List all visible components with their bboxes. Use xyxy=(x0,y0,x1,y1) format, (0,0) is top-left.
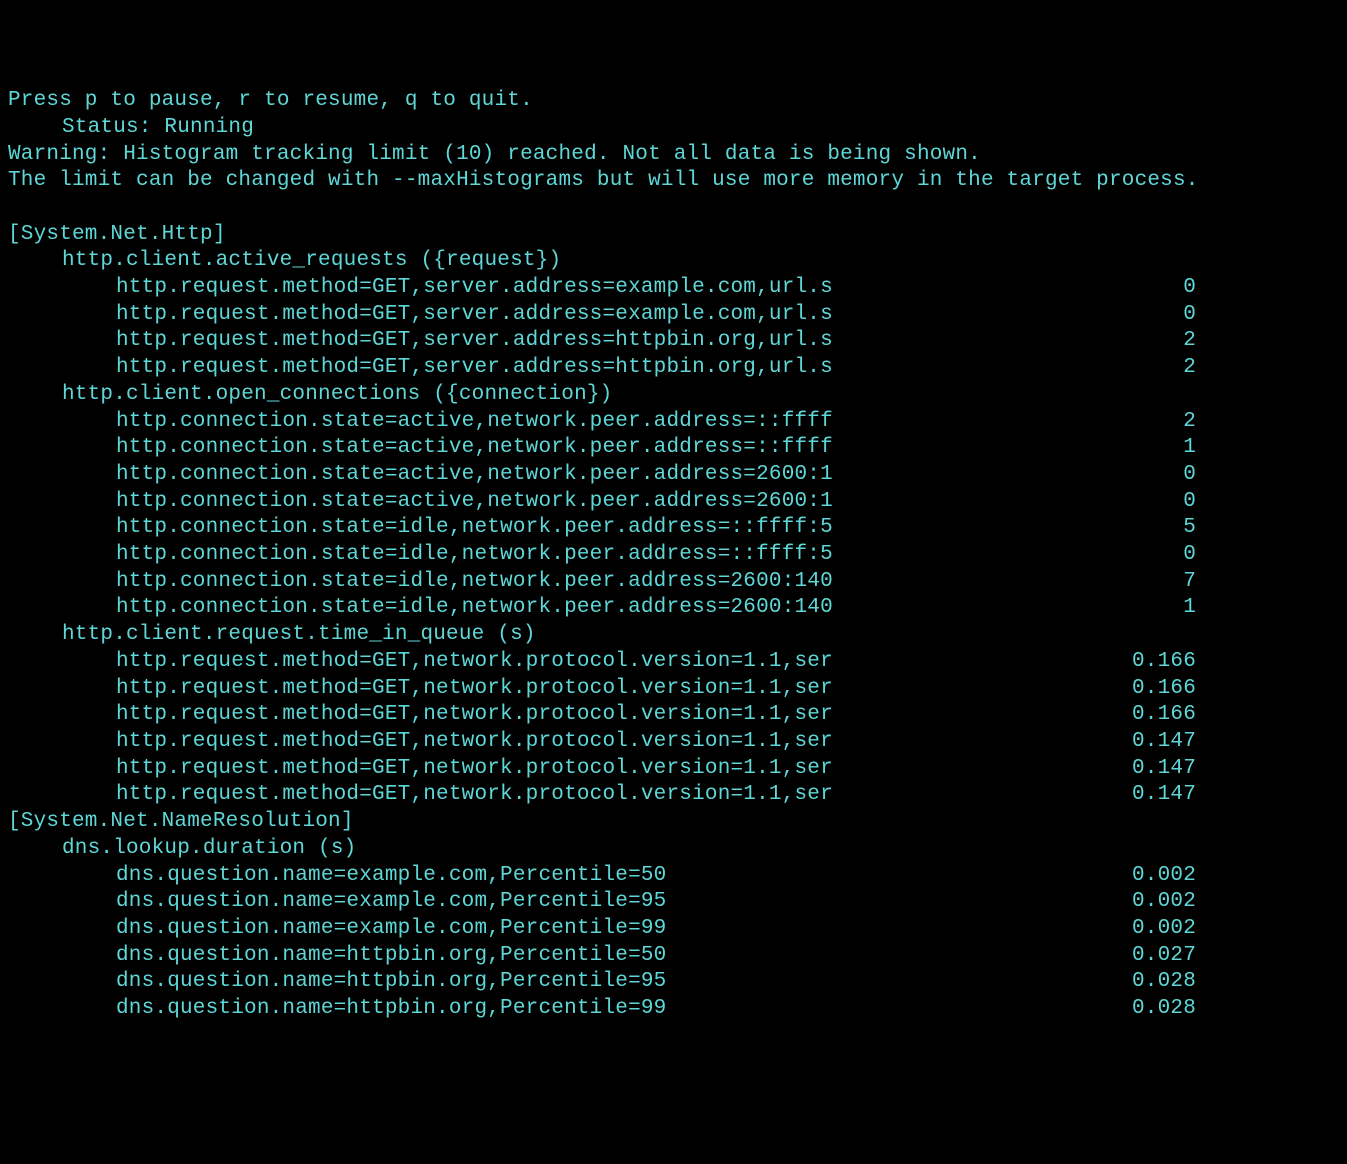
metric-row: http.connection.state=active,network.pee… xyxy=(8,462,1339,489)
metric-label: http.request.method=GET,network.protocol… xyxy=(8,782,1056,809)
metric-row: dns.question.name=httpbin.org,Percentile… xyxy=(8,969,1339,996)
metric-value: 0.002 xyxy=(1056,889,1196,916)
metric-row: http.request.method=GET,network.protocol… xyxy=(8,676,1339,703)
metric-title: dns.lookup.duration (s) xyxy=(8,836,1339,863)
controls-hint: Press p to pause, r to resume, q to quit… xyxy=(8,88,1339,115)
metric-value: 0 xyxy=(1056,462,1196,489)
metric-label: http.request.method=GET,network.protocol… xyxy=(8,676,1056,703)
metric-row: http.request.method=GET,network.protocol… xyxy=(8,649,1339,676)
metric-row: http.request.method=GET,network.protocol… xyxy=(8,756,1339,783)
metric-value: 2 xyxy=(1056,409,1196,436)
metric-value: 0.027 xyxy=(1056,943,1196,970)
metric-label: http.connection.state=active,network.pee… xyxy=(8,462,1056,489)
metric-value: 0.147 xyxy=(1056,782,1196,809)
warning-line-2: The limit can be changed with --maxHisto… xyxy=(8,168,1339,195)
metric-value: 0.166 xyxy=(1056,676,1196,703)
metric-title: http.client.active_requests ({request}) xyxy=(8,248,1339,275)
metric-label: http.request.method=GET,network.protocol… xyxy=(8,729,1056,756)
metric-value: 0 xyxy=(1056,542,1196,569)
metric-label: dns.question.name=httpbin.org,Percentile… xyxy=(8,969,1056,996)
metric-label: dns.question.name=example.com,Percentile… xyxy=(8,863,1056,890)
metric-label: http.request.method=GET,network.protocol… xyxy=(8,702,1056,729)
metric-value: 0.166 xyxy=(1056,702,1196,729)
metric-label: http.request.method=GET,server.address=e… xyxy=(8,302,1056,329)
metric-label: http.connection.state=active,network.pee… xyxy=(8,489,1056,516)
metric-value: 0.002 xyxy=(1056,916,1196,943)
metric-value: 5 xyxy=(1056,515,1196,542)
metric-title: http.client.open_connections ({connectio… xyxy=(8,382,1339,409)
metric-row: dns.question.name=example.com,Percentile… xyxy=(8,889,1339,916)
metric-value: 0 xyxy=(1056,489,1196,516)
metric-label: dns.question.name=httpbin.org,Percentile… xyxy=(8,943,1056,970)
metric-value: 1 xyxy=(1056,435,1196,462)
blank-line xyxy=(8,195,1339,222)
metric-label: http.request.method=GET,network.protocol… xyxy=(8,649,1056,676)
metric-title: http.client.request.time_in_queue (s) xyxy=(8,622,1339,649)
metric-row: http.connection.state=idle,network.peer.… xyxy=(8,515,1339,542)
metric-row: http.request.method=GET,server.address=h… xyxy=(8,355,1339,382)
warning-line-1: Warning: Histogram tracking limit (10) r… xyxy=(8,142,1339,169)
metric-row: http.connection.state=active,network.pee… xyxy=(8,409,1339,436)
metric-value: 0.147 xyxy=(1056,756,1196,783)
metric-row: dns.question.name=httpbin.org,Percentile… xyxy=(8,943,1339,970)
metric-value: 0 xyxy=(1056,302,1196,329)
metric-row: dns.question.name=example.com,Percentile… xyxy=(8,863,1339,890)
status-line: Status: Running xyxy=(8,115,1339,142)
metric-row: http.request.method=GET,server.address=h… xyxy=(8,328,1339,355)
metric-row: http.request.method=GET,network.protocol… xyxy=(8,702,1339,729)
metric-label: http.request.method=GET,server.address=h… xyxy=(8,355,1056,382)
metric-value: 1 xyxy=(1056,595,1196,622)
metric-row: http.connection.state=active,network.pee… xyxy=(8,489,1339,516)
metric-row: http.connection.state=idle,network.peer.… xyxy=(8,542,1339,569)
metric-value: 0.028 xyxy=(1056,969,1196,996)
metric-label: dns.question.name=example.com,Percentile… xyxy=(8,916,1056,943)
metric-label: http.connection.state=idle,network.peer.… xyxy=(8,515,1056,542)
metric-label: http.connection.state=idle,network.peer.… xyxy=(8,542,1056,569)
metric-label: http.request.method=GET,network.protocol… xyxy=(8,756,1056,783)
metric-label: dns.question.name=example.com,Percentile… xyxy=(8,889,1056,916)
terminal-output: Press p to pause, r to resume, q to quit… xyxy=(8,88,1339,1023)
metric-value: 0 xyxy=(1056,275,1196,302)
metric-value: 7 xyxy=(1056,569,1196,596)
metric-row: http.connection.state=idle,network.peer.… xyxy=(8,569,1339,596)
metric-row: http.request.method=GET,server.address=e… xyxy=(8,302,1339,329)
metric-value: 0.028 xyxy=(1056,996,1196,1023)
metric-label: http.connection.state=active,network.pee… xyxy=(8,409,1056,436)
metric-row: dns.question.name=example.com,Percentile… xyxy=(8,916,1339,943)
section-header: [System.Net.NameResolution] xyxy=(8,809,1339,836)
metric-row: http.connection.state=idle,network.peer.… xyxy=(8,595,1339,622)
metric-label: http.connection.state=active,network.pee… xyxy=(8,435,1056,462)
metric-label: http.request.method=GET,server.address=h… xyxy=(8,328,1056,355)
metric-row: http.request.method=GET,server.address=e… xyxy=(8,275,1339,302)
metric-label: http.connection.state=idle,network.peer.… xyxy=(8,569,1056,596)
metric-label: dns.question.name=httpbin.org,Percentile… xyxy=(8,996,1056,1023)
metric-value: 2 xyxy=(1056,328,1196,355)
metric-label: http.request.method=GET,server.address=e… xyxy=(8,275,1056,302)
metric-label: http.connection.state=idle,network.peer.… xyxy=(8,595,1056,622)
metric-row: http.request.method=GET,network.protocol… xyxy=(8,782,1339,809)
metric-value: 0.147 xyxy=(1056,729,1196,756)
metric-row: http.request.method=GET,network.protocol… xyxy=(8,729,1339,756)
metric-value: 2 xyxy=(1056,355,1196,382)
metric-row: dns.question.name=httpbin.org,Percentile… xyxy=(8,996,1339,1023)
metric-value: 0.002 xyxy=(1056,863,1196,890)
metric-value: 0.166 xyxy=(1056,649,1196,676)
metric-row: http.connection.state=active,network.pee… xyxy=(8,435,1339,462)
section-header: [System.Net.Http] xyxy=(8,222,1339,249)
